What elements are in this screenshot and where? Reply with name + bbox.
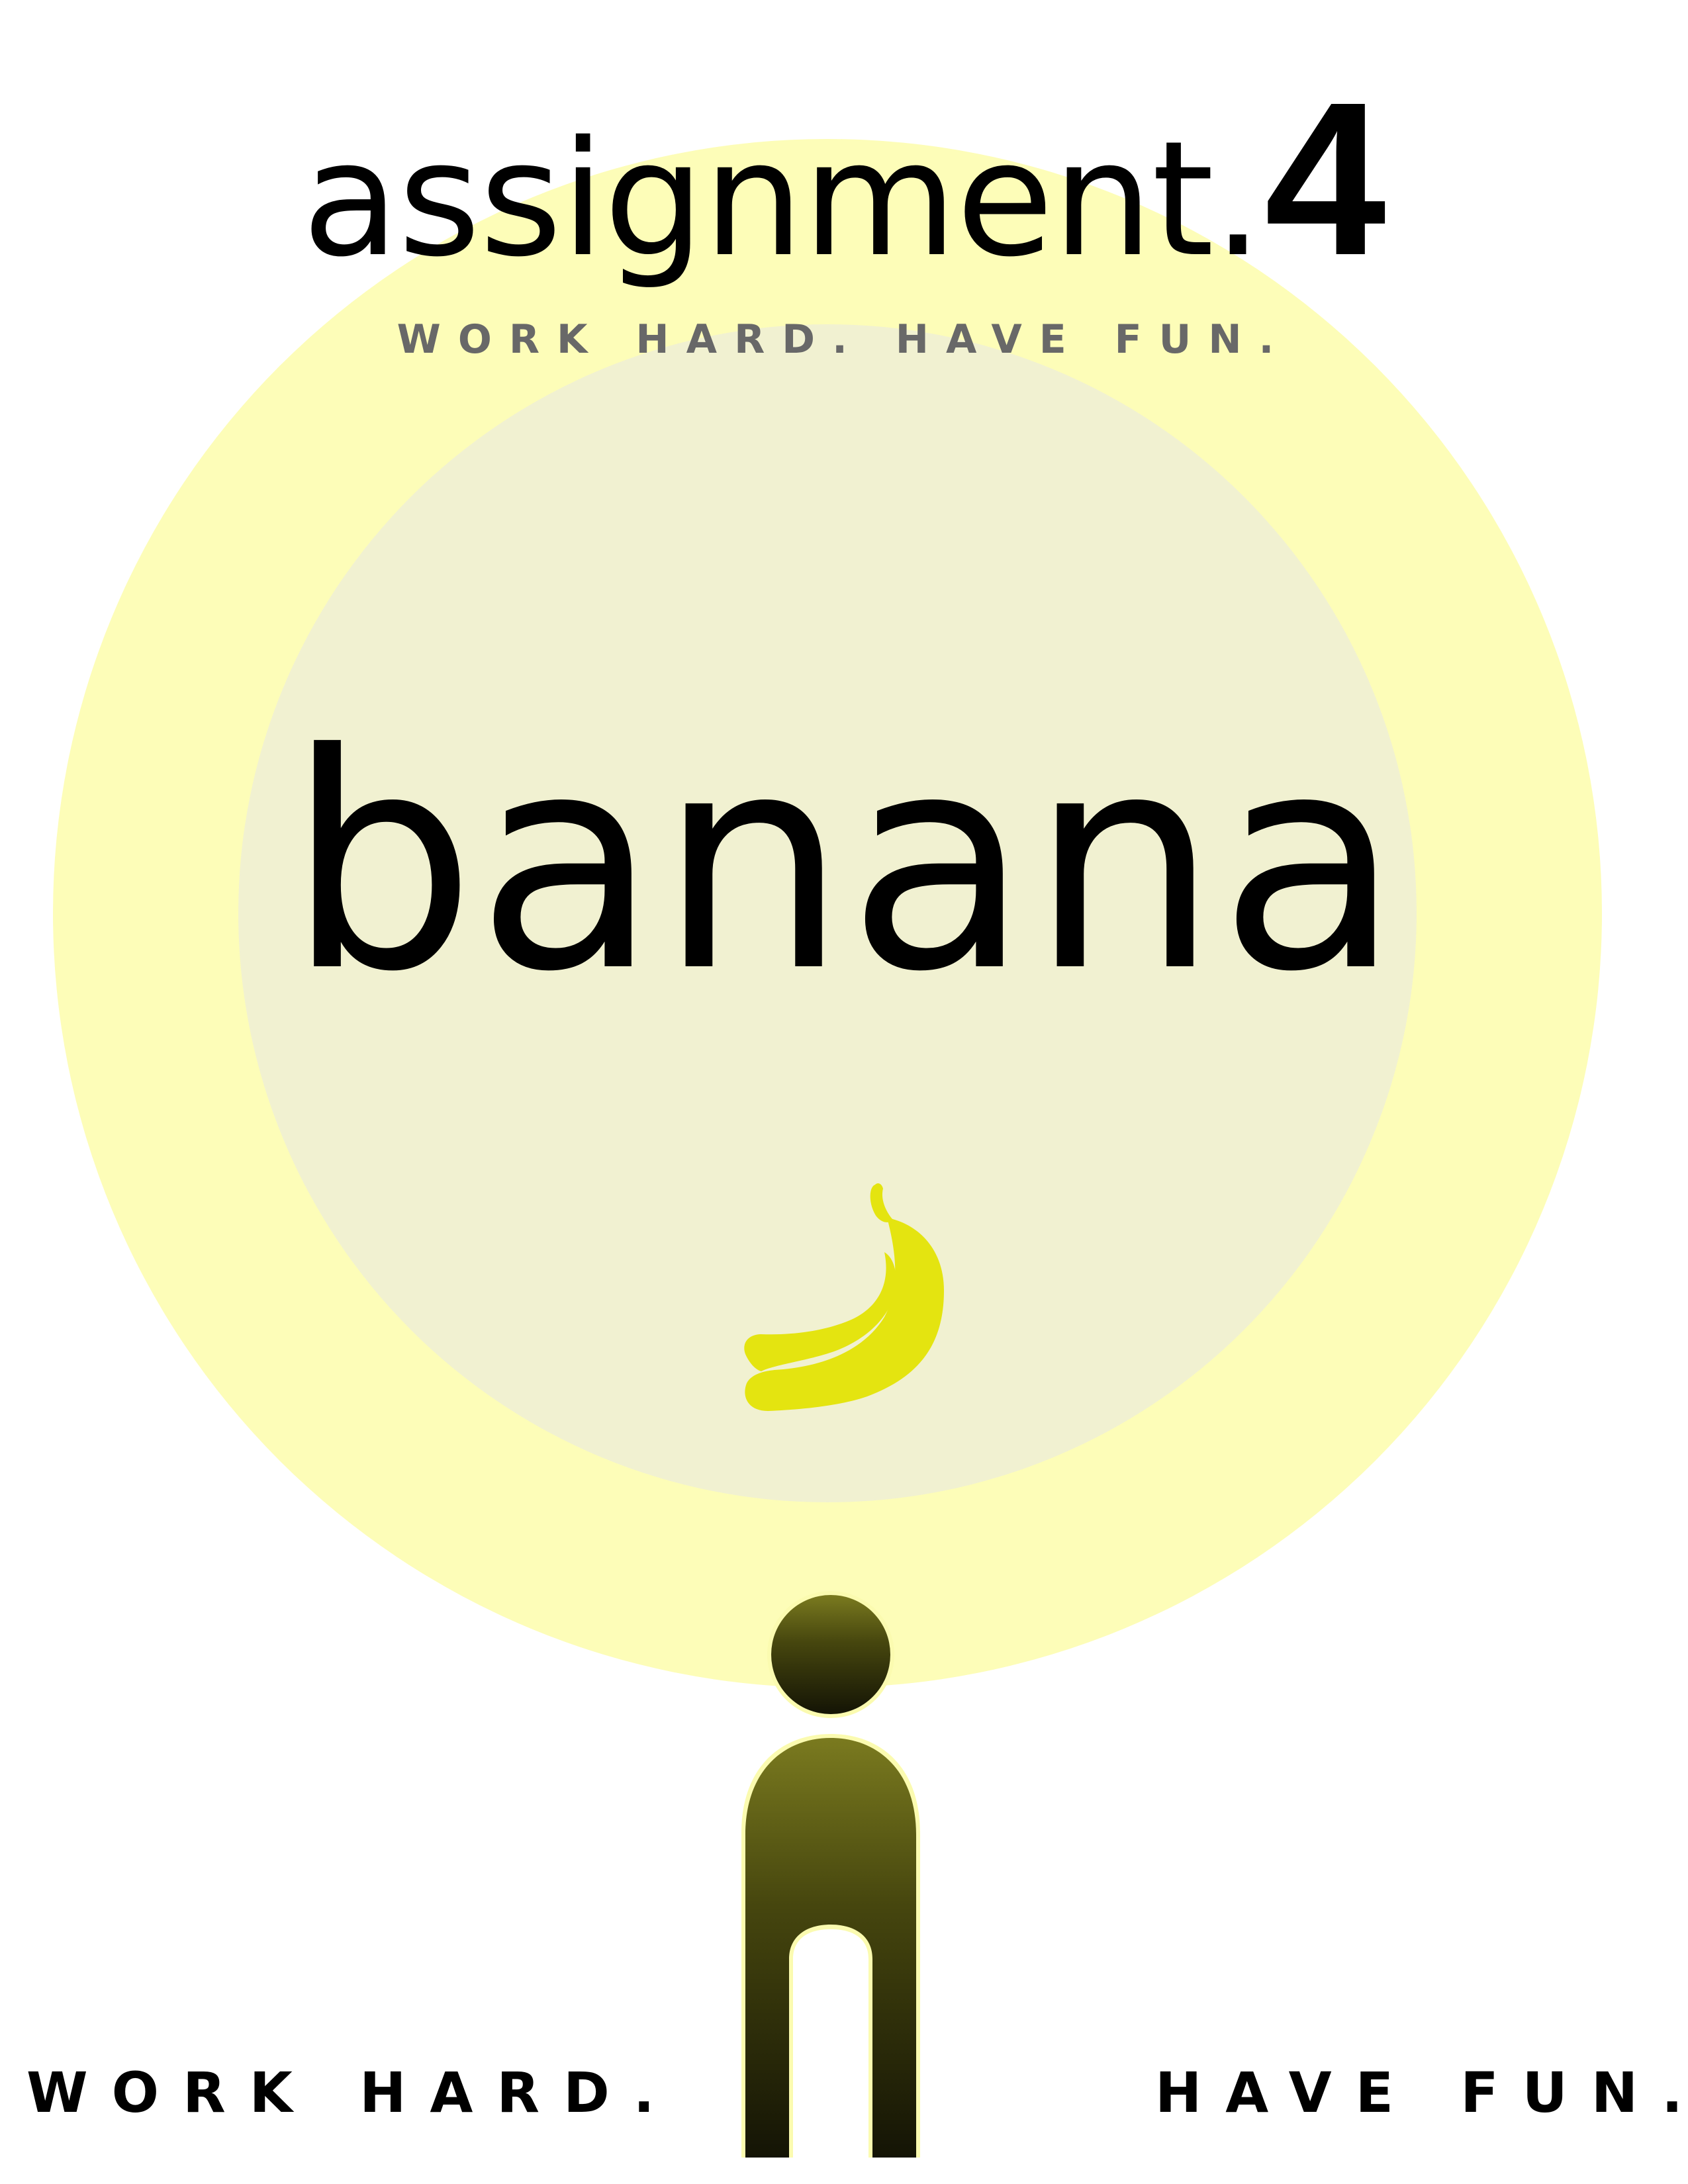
main-word: banana [287, 690, 1401, 1037]
footer-left-text: WORK HARD. [26, 2060, 679, 2125]
poster: assignment.4 WORK HARD. HAVE FUN. banana [0, 0, 1688, 2184]
banana-icon [744, 1183, 944, 1411]
tagline: WORK HARD. HAVE FUN. [397, 316, 1291, 363]
page-title: assignment.4 [0, 53, 1688, 304]
footer-right-text: HAVE FUN. [1155, 2060, 1688, 2125]
title-number: 4 [1264, 56, 1386, 300]
title-word: assignment. [302, 107, 1263, 292]
person-icon [741, 1591, 920, 2158]
